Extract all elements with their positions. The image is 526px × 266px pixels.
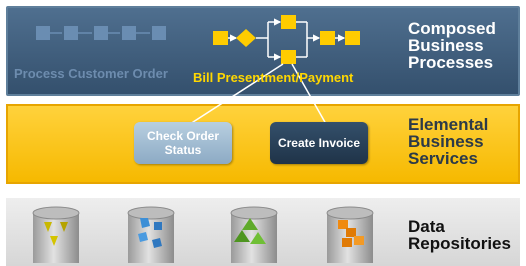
data-layer-title: Data Repositories	[408, 217, 511, 253]
elemental-layer-title: Elemental Business Services	[408, 115, 489, 168]
database-blue-cubes-icon	[127, 206, 175, 263]
create-invoice-service: Create Invoice	[270, 122, 368, 164]
process-customer-order-label: Process Customer Order	[14, 66, 168, 81]
flow-step-box	[281, 50, 296, 64]
flow-step-box	[94, 26, 108, 40]
bill-presentment-label: Bill Presentment/Payment	[193, 70, 354, 85]
bill-presentment-flow	[213, 15, 360, 64]
composed-layer-title: Composed Business Processes	[408, 19, 496, 72]
process-customer-order-flow	[36, 26, 166, 40]
database-yellow-pyramids-icon	[32, 206, 80, 263]
flow-step-box	[36, 26, 50, 40]
decision-diamond	[236, 29, 256, 47]
flow-step-box	[122, 26, 136, 40]
check-order-status-service: Check Order Status	[134, 122, 232, 164]
flow-step-box	[281, 15, 296, 29]
flow-step-box	[320, 31, 335, 45]
flow-step-box	[213, 31, 228, 45]
flow-step-box	[152, 26, 166, 40]
database-orange-blocks-icon	[326, 206, 374, 263]
flow-step-box	[345, 31, 360, 45]
database-green-pyramids-icon	[230, 206, 278, 263]
flow-step-box	[64, 26, 78, 40]
